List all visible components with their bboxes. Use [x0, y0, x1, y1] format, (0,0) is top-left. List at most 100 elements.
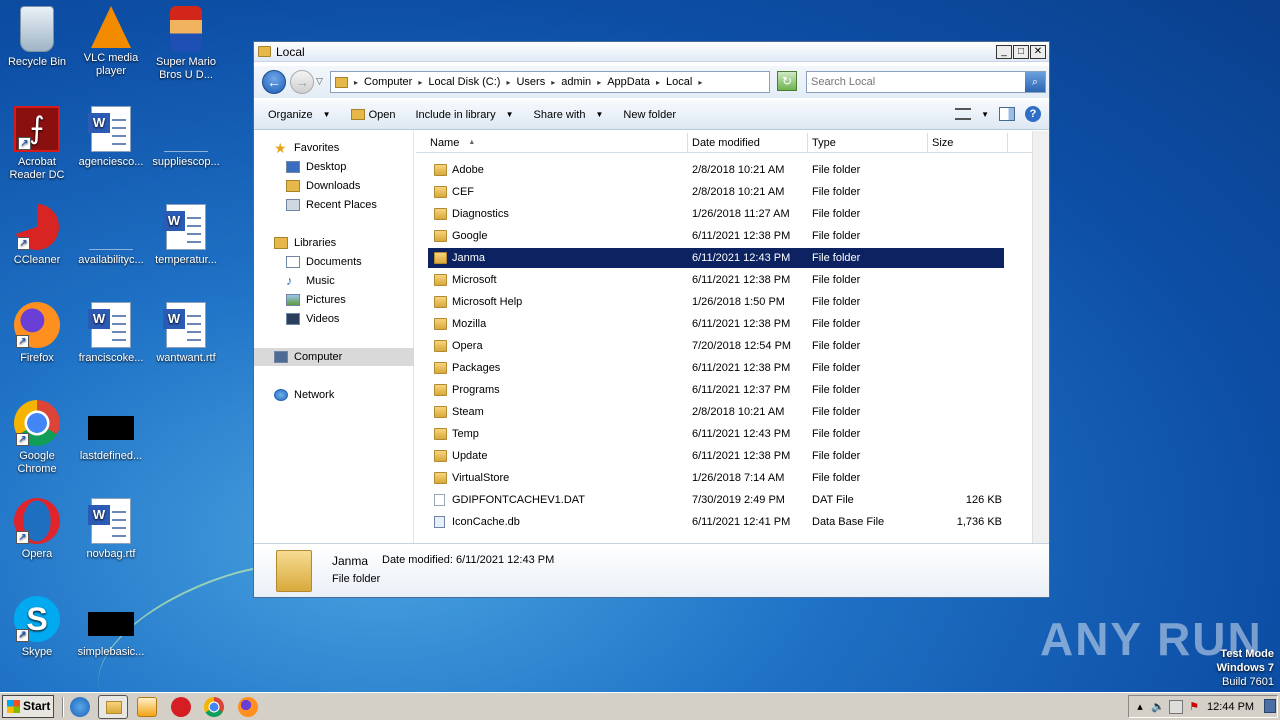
table-row[interactable]: Update 6/11/2021 12:38 PM File folder: [428, 446, 1004, 466]
forward-button[interactable]: →: [290, 70, 314, 94]
recent-places-icon: [286, 199, 300, 211]
table-row[interactable]: Steam 2/8/2018 10:21 AM File folder: [428, 402, 1004, 422]
nav-recent-places[interactable]: Recent Places: [254, 196, 414, 214]
table-row[interactable]: Janma 6/11/2021 12:43 PM File folder: [428, 248, 1004, 268]
desktop-icon-firefox[interactable]: ↗ Firefox: [0, 302, 74, 365]
column-header-type[interactable]: Type: [808, 133, 928, 153]
desktop-icon-simplebasic[interactable]: simplebasic...: [74, 596, 148, 659]
chevron-right-icon[interactable]: ▸: [418, 78, 422, 87]
column-header-date[interactable]: Date modified: [688, 133, 808, 153]
change-view-icon[interactable]: [955, 108, 972, 120]
breadcrumb-appdata[interactable]: AppData: [607, 76, 650, 88]
desktop-icon-skype[interactable]: S ↗ Skype: [0, 596, 74, 659]
desktop-icon-wantwant[interactable]: W wantwant.rtf: [149, 302, 223, 365]
recent-pages-dropdown-icon[interactable]: ▽: [316, 76, 323, 87]
search-input[interactable]: [807, 72, 1017, 92]
chevron-right-icon[interactable]: ▸: [597, 78, 601, 87]
table-row[interactable]: Google 6/11/2021 12:38 PM File folder: [428, 226, 1004, 246]
show-desktop-button[interactable]: [1264, 699, 1276, 713]
clock[interactable]: 12:44 PM: [1207, 701, 1254, 713]
desktop-icon-agenciesco[interactable]: W agenciesco...: [74, 106, 148, 169]
desktop-icon-temperatur[interactable]: W temperatur...: [149, 204, 223, 267]
table-row[interactable]: VirtualStore 1/26/2018 7:14 AM File folder: [428, 468, 1004, 488]
share-with-button[interactable]: Share with ▼: [534, 109, 604, 121]
internet-explorer-icon[interactable]: [70, 697, 90, 717]
nav-downloads[interactable]: Downloads: [254, 177, 414, 195]
table-row[interactable]: Mozilla 6/11/2021 12:38 PM File folder: [428, 314, 1004, 334]
desktop-icon-vlc[interactable]: VLC media player: [74, 6, 148, 78]
maximize-button[interactable]: □: [1013, 45, 1029, 59]
desktop-icon-availabilityc[interactable]: availabilityc...: [74, 204, 148, 267]
nav-computer[interactable]: Computer: [254, 348, 414, 366]
table-row[interactable]: CEF 2/8/2018 10:21 AM File folder: [428, 182, 1004, 202]
table-row[interactable]: Microsoft Help 1/26/2018 1:50 PM File fold…: [428, 292, 1004, 312]
table-row[interactable]: Programs 6/11/2021 12:37 PM File folder: [428, 380, 1004, 400]
show-hidden-icons-icon[interactable]: ▴: [1133, 700, 1147, 714]
breadcrumb-computer[interactable]: Computer: [364, 76, 412, 88]
desktop-icon-opera[interactable]: ↗ Opera: [0, 498, 74, 561]
desktop-icon-novbag[interactable]: W novbag.rtf: [74, 498, 148, 561]
desktop-icon-super-mario[interactable]: Super Mario Bros U D...: [149, 6, 223, 82]
nav-pictures[interactable]: Pictures: [254, 291, 414, 309]
search-box[interactable]: ⌕: [806, 71, 1046, 93]
chevron-right-icon[interactable]: ▸: [551, 78, 555, 87]
column-header-size[interactable]: Size: [928, 133, 1008, 153]
table-row[interactable]: Packages 6/11/2021 12:38 PM File folder: [428, 358, 1004, 378]
desktop-icon-lastdefined[interactable]: lastdefined...: [74, 400, 148, 463]
desktop-icon-google-chrome[interactable]: ↗ Google Chrome: [0, 400, 74, 476]
chevron-right-icon[interactable]: ▸: [354, 78, 358, 87]
desktop-icon-ccleaner[interactable]: ↗ CCleaner: [0, 204, 74, 267]
network-tray-icon[interactable]: [1169, 700, 1183, 714]
desktop-icon-franciscoke[interactable]: W franciscoke...: [74, 302, 148, 365]
explorer-window[interactable]: Local _ □ ✕ ← → ▽ ▸ Computer ▸ Local Dis…: [253, 41, 1050, 598]
vertical-scrollbar[interactable]: [1032, 131, 1049, 544]
firefox-taskbar-icon[interactable]: [238, 697, 258, 717]
breadcrumb-users[interactable]: Users: [516, 76, 545, 88]
minimize-button[interactable]: _: [996, 45, 1012, 59]
chevron-down-icon[interactable]: ▼: [981, 110, 989, 119]
preview-pane-icon[interactable]: [999, 107, 1015, 121]
window-titlebar[interactable]: Local _ □ ✕: [254, 42, 1049, 62]
desktop-icon-suppliescop[interactable]: suppliescop...: [149, 106, 223, 169]
nav-videos[interactable]: Videos: [254, 310, 414, 328]
close-button[interactable]: ✕: [1030, 45, 1046, 59]
breadcrumb-local-disk[interactable]: Local Disk (C:): [428, 76, 500, 88]
table-row[interactable]: IconCache.db 6/11/2021 12:41 PM Data Base …: [428, 512, 1004, 532]
media-player-icon[interactable]: [137, 697, 157, 717]
nav-documents[interactable]: Documents: [254, 253, 414, 271]
table-row[interactable]: Opera 7/20/2018 12:54 PM File folder: [428, 336, 1004, 356]
nav-libraries[interactable]: Libraries: [254, 234, 414, 252]
new-folder-button[interactable]: New folder: [623, 109, 676, 121]
search-icon[interactable]: ⌕: [1025, 72, 1045, 92]
table-row[interactable]: Microsoft 6/11/2021 12:38 PM File folder: [428, 270, 1004, 290]
table-row[interactable]: GDIPFONTCACHEV1.DAT 7/30/2019 2:49 PM DAT …: [428, 490, 1004, 510]
open-button[interactable]: Open: [350, 109, 395, 121]
action-center-icon[interactable]: ⚑: [1187, 700, 1201, 714]
desktop-icon-recycle-bin[interactable]: Recycle Bin: [0, 6, 74, 69]
table-row[interactable]: Diagnostics 1/26/2018 11:27 AM File folder: [428, 204, 1004, 224]
start-button[interactable]: Start: [2, 695, 54, 718]
help-icon[interactable]: ?: [1025, 106, 1041, 122]
back-button[interactable]: ←: [262, 70, 286, 94]
address-bar[interactable]: ▸ Computer ▸ Local Disk (C:) ▸ Users ▸ a…: [330, 71, 842, 93]
explorer-taskbar-icon[interactable]: [98, 695, 128, 719]
refresh-button[interactable]: ↻: [777, 71, 797, 91]
opera-taskbar-icon[interactable]: [171, 697, 191, 717]
breadcrumb-local[interactable]: Local: [666, 76, 692, 88]
table-row[interactable]: Adobe 2/8/2018 10:21 AM File folder: [428, 160, 1004, 180]
nav-network[interactable]: Network: [254, 386, 414, 404]
desktop-icon-acrobat[interactable]: ⨍ ↗ Acrobat Reader DC: [0, 106, 74, 182]
column-header-name[interactable]: Name ▲: [416, 133, 688, 153]
table-row[interactable]: Temp 6/11/2021 12:43 PM File folder: [428, 424, 1004, 444]
nav-music[interactable]: ♪ Music: [254, 272, 414, 290]
chevron-right-icon[interactable]: ▸: [506, 78, 510, 87]
include-in-library-button[interactable]: Include in library ▼: [415, 109, 513, 121]
organize-button[interactable]: Organize ▼: [268, 109, 331, 121]
nav-favorites[interactable]: ★ Favorites: [254, 139, 414, 157]
chevron-right-icon[interactable]: ▸: [698, 78, 702, 87]
volume-icon[interactable]: 🔈: [1151, 700, 1165, 714]
breadcrumb-admin[interactable]: admin: [561, 76, 591, 88]
chrome-taskbar-icon[interactable]: [204, 697, 224, 717]
nav-desktop[interactable]: Desktop: [254, 158, 414, 176]
chevron-right-icon[interactable]: ▸: [656, 78, 660, 87]
